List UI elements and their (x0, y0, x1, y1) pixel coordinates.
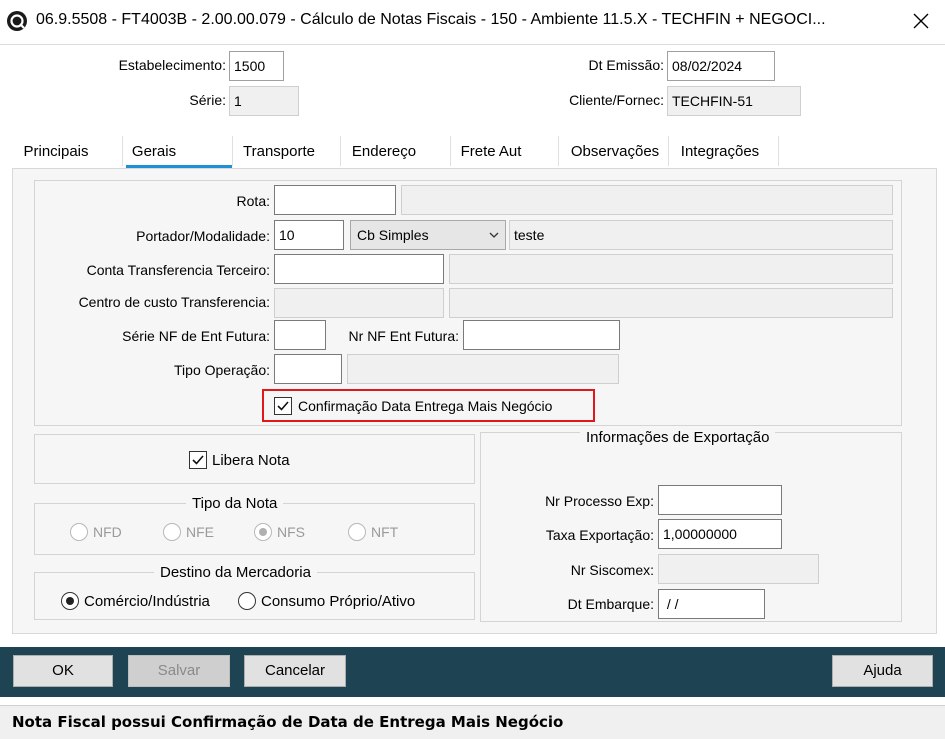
cancelar-button[interactable]: Cancelar (244, 655, 346, 687)
tab-separator (558, 136, 559, 166)
radio-nfe[interactable]: NFE (163, 523, 233, 543)
window-title: 06.9.5508 - FT4003B - 2.00.00.079 - Cálc… (36, 11, 826, 28)
siscomex-label: Nr Siscomex: (570, 562, 654, 578)
tab-separator (340, 136, 341, 166)
tab-integracoes[interactable]: Integrações (674, 140, 766, 170)
radio-consumo-proprio[interactable]: Consumo Próprio/Ativo (238, 592, 438, 612)
radio-dot (259, 528, 267, 536)
checkbox-box (189, 451, 207, 469)
radio-circle (70, 523, 88, 541)
radio-comercio-industria[interactable]: Comércio/Indústria (61, 592, 231, 612)
modalidade-select[interactable]: Cb Simples (350, 220, 506, 250)
title-bar: 06.9.5508 - FT4003B - 2.00.00.079 - Cálc… (0, 0, 945, 44)
conta-label: Conta Transferencia Terceiro: (86, 262, 270, 278)
dt-emissao-label: Dt Emissão: (588, 57, 664, 73)
estabelecimento-label: Estabelecimento: (118, 57, 226, 73)
close-icon (913, 13, 929, 29)
confirmacao-checkbox[interactable]: Confirmação Data Entrega Mais Negócio (274, 396, 594, 418)
portador-label: Portador/Modalidade: (136, 228, 270, 244)
dt-embarque-field[interactable]: / / (658, 589, 765, 619)
estabelecimento-field[interactable]: 1500 (229, 51, 284, 81)
radio-nfd[interactable]: NFD (70, 523, 140, 543)
chevron-down-icon (489, 232, 499, 238)
libera-nota-label: Libera Nota (212, 452, 290, 469)
cliente-field[interactable]: TECHFIN-51 (667, 86, 801, 116)
radio-circle (238, 592, 256, 610)
app-icon (7, 11, 27, 31)
centro-custo-label: Centro de custo Transferencia: (78, 294, 270, 310)
tab-separator (778, 136, 779, 166)
radio-label: Comércio/Indústria (84, 593, 210, 610)
radio-label: Consumo Próprio/Ativo (261, 593, 416, 610)
tab-principais[interactable]: Principais (14, 140, 98, 170)
radio-nft[interactable]: NFT (348, 523, 418, 543)
conta-description (449, 254, 893, 284)
centro-custo-field (274, 288, 444, 318)
taxa-exportacao-field[interactable]: 1,00000000 (658, 519, 782, 549)
cliente-label: Cliente/Fornec: (569, 92, 664, 108)
radio-dot (66, 597, 74, 605)
tab-separator (122, 136, 123, 166)
modalidade-selected-value: Cb Simples (357, 227, 429, 243)
radio-circle (163, 523, 181, 541)
serie-nf-field[interactable] (274, 320, 326, 350)
nr-nf-label: Nr NF Ent Futura: (348, 328, 459, 344)
exportacao-title: Informações de Exportação (580, 429, 776, 446)
radio-label: NFD (93, 524, 122, 540)
siscomex-field (658, 554, 819, 584)
tab-endereco[interactable]: Endereço (344, 140, 424, 170)
checkbox-box (274, 397, 292, 415)
destino-title: Destino da Mercadoria (154, 564, 317, 581)
rota-description (401, 185, 893, 215)
salvar-button[interactable]: Salvar (128, 655, 230, 687)
tab-separator (668, 136, 669, 166)
ok-button[interactable]: OK (13, 655, 113, 687)
libera-nota-checkbox[interactable]: Libera Nota (189, 450, 309, 472)
radio-label: NFT (371, 524, 399, 540)
status-message: Nota Fiscal possui Confirmação de Data d… (0, 705, 945, 739)
nr-nf-field[interactable] (463, 320, 620, 350)
conta-field[interactable] (274, 254, 444, 284)
checkmark-icon (277, 401, 289, 411)
tipo-operacao-label: Tipo Operação: (174, 362, 270, 378)
serie-field[interactable]: 1 (229, 86, 299, 116)
rota-label: Rota: (236, 193, 270, 209)
radio-label: NFE (186, 524, 214, 540)
tipo-nota-title: Tipo da Nota (186, 495, 284, 512)
tipo-operacao-field[interactable] (274, 354, 342, 384)
nr-processo-label: Nr Processo Exp: (545, 493, 654, 509)
serie-nf-label: Série NF de Ent Futura: (122, 328, 270, 344)
dt-embarque-label: Dt Embarque: (567, 596, 654, 612)
taxa-exportacao-label: Taxa Exportação: (545, 527, 654, 543)
confirmacao-label: Confirmação Data Entrega Mais Negócio (298, 398, 553, 414)
radio-circle (61, 592, 79, 610)
serie-label: Série: (189, 92, 226, 108)
radio-label: NFS (277, 524, 305, 540)
checkmark-icon (192, 455, 204, 465)
close-button[interactable] (904, 6, 938, 36)
tab-observacoes[interactable]: Observações (566, 140, 664, 170)
radio-circle (254, 523, 272, 541)
tab-separator (232, 136, 233, 166)
tipo-operacao-description (347, 354, 619, 384)
ajuda-button[interactable]: Ajuda (832, 655, 933, 687)
title-separator (0, 44, 945, 45)
tab-frete-aut[interactable]: Frete Aut (454, 140, 528, 170)
rota-field[interactable] (274, 185, 396, 215)
dt-emissao-field[interactable]: 08/02/2024 (667, 51, 775, 81)
tab-separator (450, 136, 451, 166)
tab-transporte[interactable]: Transporte (236, 140, 322, 170)
nr-processo-field[interactable] (658, 485, 782, 515)
portador-field[interactable]: 10 (274, 220, 344, 250)
portador-description: teste (509, 220, 893, 250)
radio-nfs[interactable]: NFS (254, 523, 324, 543)
radio-circle (348, 523, 366, 541)
centro-custo-description (449, 288, 893, 318)
